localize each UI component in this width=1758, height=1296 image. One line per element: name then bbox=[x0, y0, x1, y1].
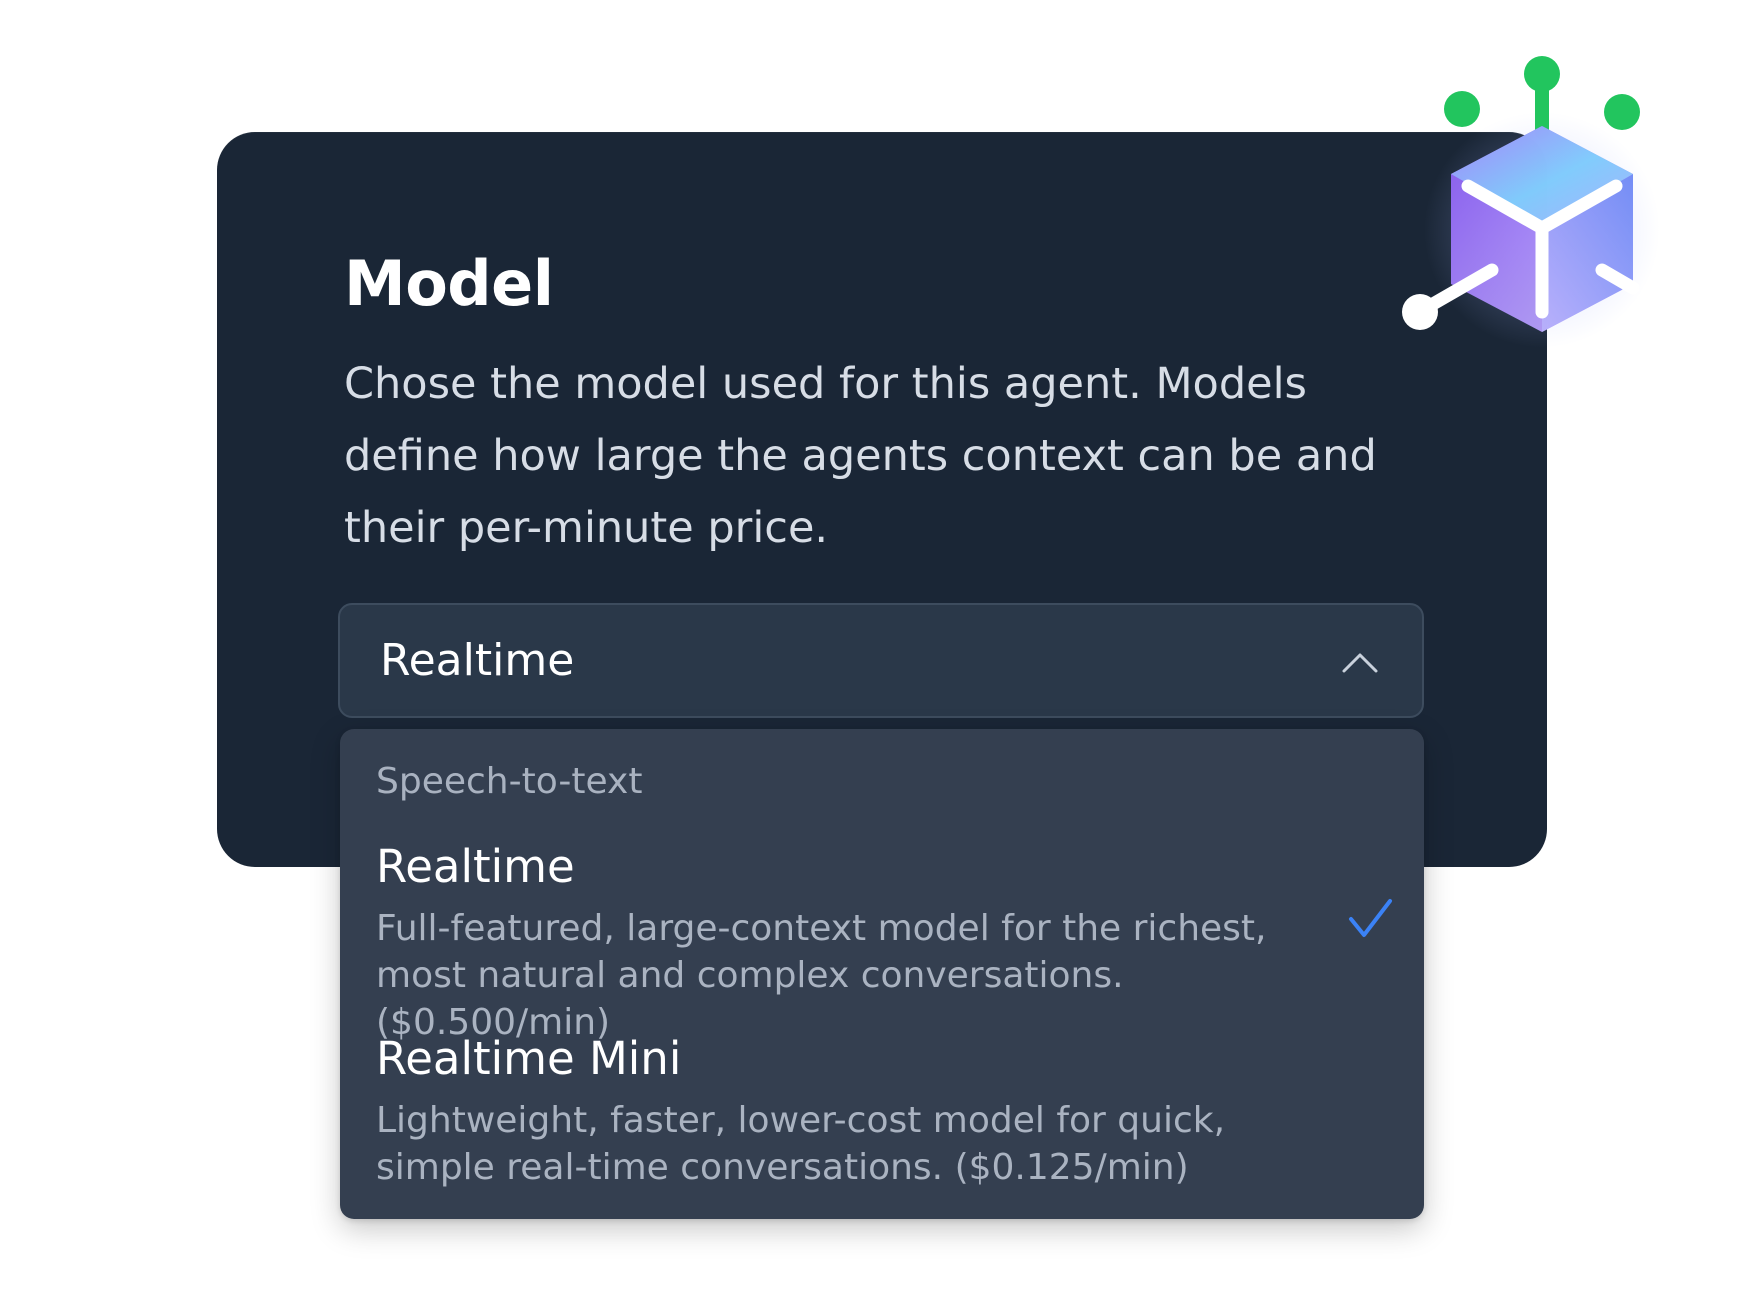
ai-agent-cube-icon bbox=[1402, 56, 1660, 348]
option-title: Realtime Mini bbox=[376, 1032, 682, 1085]
checkmark-icon bbox=[1349, 899, 1392, 937]
option-group-label: Speech-to-text bbox=[376, 761, 643, 802]
model-dropdown-menu: Speech-to-text Realtime Full-featured, l… bbox=[340, 729, 1424, 1219]
option-title: Realtime bbox=[376, 840, 575, 893]
option-description: Lightweight, faster, lower-cost model fo… bbox=[376, 1100, 1226, 1188]
section-description: Chose the model used for this agent. Mod… bbox=[344, 359, 1377, 553]
option-realtime-mini[interactable]: Realtime Mini Lightweight, faster, lower… bbox=[340, 1029, 1424, 1199]
chevron-up-icon[interactable] bbox=[1338, 641, 1382, 685]
section-title: Model bbox=[344, 247, 554, 320]
model-select[interactable]: Realtime bbox=[338, 603, 1424, 718]
option-description: Full-featured, large-context model for t… bbox=[376, 908, 1267, 1043]
option-realtime[interactable]: Realtime Full-featured, large-context mo… bbox=[340, 837, 1424, 1043]
model-select-value: Realtime bbox=[380, 635, 575, 686]
